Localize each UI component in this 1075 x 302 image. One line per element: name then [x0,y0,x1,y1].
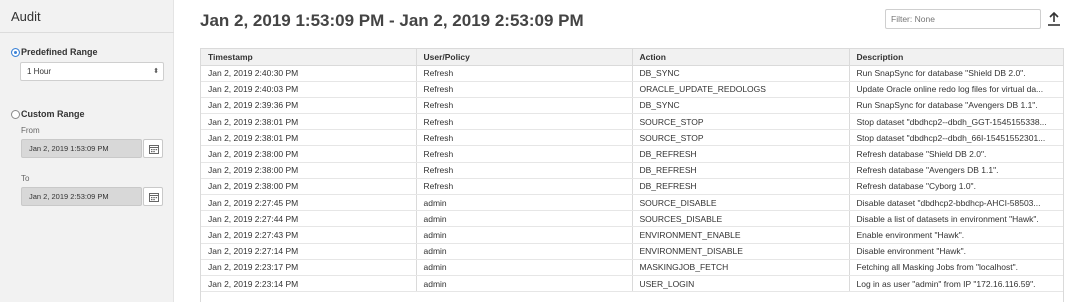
column-header-timestamp[interactable]: Timestamp [201,49,417,66]
table-row[interactable]: Jan 2, 2019 2:27:14 PM admin ENVIRONMENT_D… [201,243,1063,260]
table-row[interactable]: Jan 2, 2019 2:38:01 PM Refresh SOURCE_STOP… [201,113,1063,131]
timestamp-cell: Jan 2, 2019 2:27:43 PM [201,226,417,244]
user-policy-cell: admin [416,194,633,212]
description-cell: Enable environment "Hawk". [849,226,1063,244]
timestamp-cell: Jan 2, 2019 2:27:14 PM [201,243,417,260]
calendar-icon [149,193,159,202]
audit-table: Timestamp User/Policy Action Description… [200,48,1064,302]
to-label: To [21,174,30,183]
table-row[interactable]: Jan 2, 2019 2:23:17 PM admin MASKINGJOB_FE… [201,259,1063,276]
timestamp-cell: Jan 2, 2019 2:23:17 PM [201,259,417,276]
user-policy-cell: admin [416,226,633,244]
user-policy-cell: admin [416,275,633,293]
timestamp-cell: Jan 2, 2019 2:40:30 PM [201,65,417,82]
description-cell: Disable a list of datasets in environmen… [849,210,1063,228]
timestamp-cell: Jan 2, 2019 2:38:01 PM [201,129,417,147]
user-policy-cell: Refresh [416,129,633,147]
custom-range-label[interactable]: Custom Range [21,109,85,119]
user-policy-cell: Refresh [416,162,633,179]
timestamp-cell: Jan 2, 2019 2:23:14 PM [201,275,417,293]
action-cell: MASKINGJOB_FETCH [632,259,850,276]
sidebar-title: Audit [11,9,41,24]
upload-icon [1048,11,1060,26]
select-arrows-icon: ⬍ [153,68,159,75]
table-row[interactable]: Jan 2, 2019 2:38:01 PM Refresh SOURCE_STOP… [201,129,1063,147]
export-button[interactable] [1046,10,1062,28]
action-cell: ENVIRONMENT_DISABLE [632,243,850,260]
user-policy-cell: admin [416,210,633,228]
action-cell: SOURCES_DISABLE [632,210,850,228]
predefined-range-label[interactable]: Predefined Range [21,47,98,57]
table-row[interactable]: Jan 2, 2019 2:38:00 PM Refresh DB_REFRESH R… [201,178,1063,196]
timestamp-cell: Jan 2, 2019 2:27:45 PM [201,194,417,212]
action-cell: USER_LOGIN [632,275,850,293]
custom-range-radio[interactable] [11,110,20,119]
from-date-input[interactable]: Jan 2, 2019 1:53:09 PM [21,139,142,158]
timestamp-cell: Jan 2, 2019 2:38:00 PM [201,145,417,163]
table-body: Jan 2, 2019 2:40:30 PM Refresh DB_SYNC Run … [201,65,1063,293]
action-cell: DB_REFRESH [632,145,850,163]
description-cell: Update Oracle online redo log files for … [849,81,1063,98]
action-cell: SOURCE_STOP [632,113,850,131]
action-cell: ORACLE_UPDATE_REDOLOGS [632,81,850,98]
user-policy-cell: Refresh [416,81,633,98]
user-policy-cell: Refresh [416,178,633,196]
column-header-action[interactable]: Action [632,49,850,66]
action-cell: DB_SYNC [632,97,850,115]
timestamp-cell: Jan 2, 2019 2:27:44 PM [201,210,417,228]
table-row[interactable]: Jan 2, 2019 2:27:43 PM admin ENVIRONMENT_E… [201,226,1063,244]
action-cell: DB_REFRESH [632,178,850,196]
description-cell: Refresh database "Avengers DB 1.1". [849,162,1063,179]
timestamp-cell: Jan 2, 2019 2:38:00 PM [201,162,417,179]
to-date-input[interactable]: Jan 2, 2019 2:53:09 PM [21,187,142,206]
description-cell: Fetching all Masking Jobs from "localhos… [849,259,1063,276]
sidebar-divider [0,32,174,33]
predefined-range-select[interactable]: 1 Hour ⬍ [20,62,164,81]
table-header-row: Timestamp User/Policy Action Description [201,49,1063,66]
table-row[interactable]: Jan 2, 2019 2:40:03 PM Refresh ORACLE_UPDA… [201,81,1063,98]
action-cell: DB_REFRESH [632,162,850,179]
action-cell: SOURCE_DISABLE [632,194,850,212]
table-row[interactable]: Jan 2, 2019 2:40:30 PM Refresh DB_SYNC Run … [201,65,1063,82]
table-row[interactable]: Jan 2, 2019 2:23:14 PM admin USER_LOGIN Log… [201,275,1063,293]
user-policy-cell: Refresh [416,113,633,131]
table-row[interactable]: Jan 2, 2019 2:27:45 PM admin SOURCE_DISABL… [201,194,1063,212]
calendar-icon [149,145,159,154]
timestamp-cell: Jan 2, 2019 2:40:03 PM [201,81,417,98]
description-cell: Run SnapSync for database "Shield DB 2.0… [849,65,1063,82]
predefined-range-value: 1 Hour [27,67,52,76]
description-cell: Disable environment "Hawk". [849,243,1063,260]
page-title: Jan 2, 2019 1:53:09 PM - Jan 2, 2019 2:5… [200,11,584,30]
user-policy-cell: Refresh [416,145,633,163]
timestamp-cell: Jan 2, 2019 2:39:36 PM [201,97,417,115]
user-policy-cell: Refresh [416,97,633,115]
table-row[interactable]: Jan 2, 2019 2:38:00 PM Refresh DB_REFRESH R… [201,145,1063,163]
table-row[interactable]: Jan 2, 2019 2:38:00 PM Refresh DB_REFRESH R… [201,162,1063,179]
description-cell: Stop dataset "dbdhcp2--dbdh_66I-15451552… [849,129,1063,147]
to-calendar-button[interactable] [143,187,163,206]
action-cell: DB_SYNC [632,65,850,82]
column-header-description[interactable]: Description [849,49,1063,66]
column-header-user-policy[interactable]: User/Policy [416,49,633,66]
filter-input[interactable] [885,9,1041,29]
table-row[interactable]: Jan 2, 2019 2:39:36 PM Refresh DB_SYNC Run … [201,97,1063,115]
timestamp-cell: Jan 2, 2019 2:38:00 PM [201,178,417,196]
timestamp-cell: Jan 2, 2019 2:38:01 PM [201,113,417,131]
description-cell: Disable dataset "dbdhcp2-bbdhcp-AHCI-585… [849,194,1063,212]
from-label: From [21,126,40,135]
from-calendar-button[interactable] [143,139,163,158]
sidebar: Audit Predefined Range 1 Hour ⬍ Custom R… [0,0,174,302]
user-policy-cell: admin [416,259,633,276]
user-policy-cell: Refresh [416,65,633,82]
description-cell: Log in as user "admin" from IP "172.16.1… [849,275,1063,293]
predefined-range-radio[interactable] [11,48,20,57]
description-cell: Stop dataset "dbdhcp2--dbdh_GGT-15451553… [849,113,1063,131]
table-row[interactable]: Jan 2, 2019 2:27:44 PM admin SOURCES_DISAB… [201,210,1063,228]
user-policy-cell: admin [416,243,633,260]
action-cell: SOURCE_STOP [632,129,850,147]
description-cell: Refresh database "Shield DB 2.0". [849,145,1063,163]
action-cell: ENVIRONMENT_ENABLE [632,226,850,244]
description-cell: Run SnapSync for database "Avengers DB 1… [849,97,1063,115]
description-cell: Refresh database "Cyborg 1.0". [849,178,1063,196]
